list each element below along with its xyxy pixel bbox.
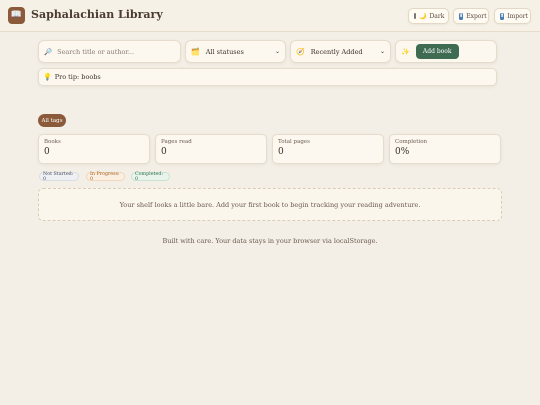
export-button[interactable]: ⬇ Export bbox=[453, 8, 489, 24]
stat-card-completion: Completion 0% bbox=[389, 134, 501, 164]
import-label: Import bbox=[507, 12, 528, 20]
search-input[interactable] bbox=[57, 47, 175, 56]
stat-value: 0 bbox=[161, 147, 167, 157]
chevron-down-icon: ⌄ bbox=[274, 48, 280, 55]
moon-icon: 🌙 bbox=[419, 12, 427, 20]
status-select-value: All statuses bbox=[205, 47, 244, 56]
stat-value: 0 bbox=[278, 147, 284, 157]
folder-icon: 🗂️ bbox=[191, 47, 200, 56]
dark-mode-checkbox[interactable] bbox=[414, 13, 416, 19]
chevron-down-icon: ⌄ bbox=[379, 48, 385, 55]
stat-label: Total pages bbox=[278, 139, 310, 145]
search-icon: 🔎 bbox=[44, 47, 53, 56]
stat-value: 0 bbox=[44, 147, 50, 157]
stat-card-books: Books 0 bbox=[38, 134, 150, 164]
stat-label: Books bbox=[44, 139, 61, 145]
status-badge-completed: Completed: 0 bbox=[131, 172, 170, 182]
status-badge-not-started: Not Started: 0 bbox=[39, 172, 79, 182]
add-book-button[interactable]: Add book bbox=[415, 44, 459, 59]
tag-filter-all[interactable]: All tags bbox=[38, 114, 66, 127]
stat-label: Pages read bbox=[161, 139, 192, 145]
status-badge-in-progress: In Progress: 0 bbox=[86, 172, 125, 182]
stat-card-pages-read: Pages read 0 bbox=[155, 134, 267, 164]
footer-text: Built with care. Your data stays in your… bbox=[162, 237, 378, 245]
sort-select[interactable]: 🧭 Recently Added ⌄ bbox=[290, 40, 391, 63]
export-label: Export bbox=[466, 12, 487, 20]
dark-mode-label: Dark bbox=[429, 12, 445, 20]
app-header: 📖 Saphalachian Library 🌙 Dark ⬇ Export ⬆… bbox=[0, 0, 540, 32]
add-book-panel: ✨ Add book bbox=[395, 40, 497, 63]
app-title: Saphalachian Library bbox=[31, 8, 163, 21]
lightbulb-icon: 💡 bbox=[43, 73, 52, 81]
book-logo-icon: 📖 bbox=[8, 7, 25, 24]
pro-tip-text: Pro tip: boobs bbox=[54, 73, 101, 81]
empty-shelf-message: Your shelf looks a little bare. Add your… bbox=[38, 188, 502, 221]
import-button[interactable]: ⬆ Import bbox=[494, 8, 531, 24]
download-icon: ⬇ bbox=[459, 12, 464, 20]
stat-value: 0% bbox=[395, 147, 410, 157]
sort-select-value: Recently Added bbox=[310, 47, 363, 56]
compass-icon: 🧭 bbox=[296, 47, 305, 56]
stat-card-total-pages: Total pages 0 bbox=[272, 134, 384, 164]
status-select[interactable]: 🗂️ All statuses ⌄ bbox=[185, 40, 286, 63]
upload-icon: ⬆ bbox=[500, 12, 505, 20]
stat-label: Completion bbox=[395, 139, 428, 145]
pro-tip-bar: 💡 Pro tip: boobs bbox=[38, 68, 497, 86]
sparkles-icon: ✨ bbox=[401, 47, 410, 56]
search-box[interactable]: 🔎 bbox=[38, 40, 181, 63]
dark-mode-toggle[interactable]: 🌙 Dark bbox=[408, 8, 449, 24]
